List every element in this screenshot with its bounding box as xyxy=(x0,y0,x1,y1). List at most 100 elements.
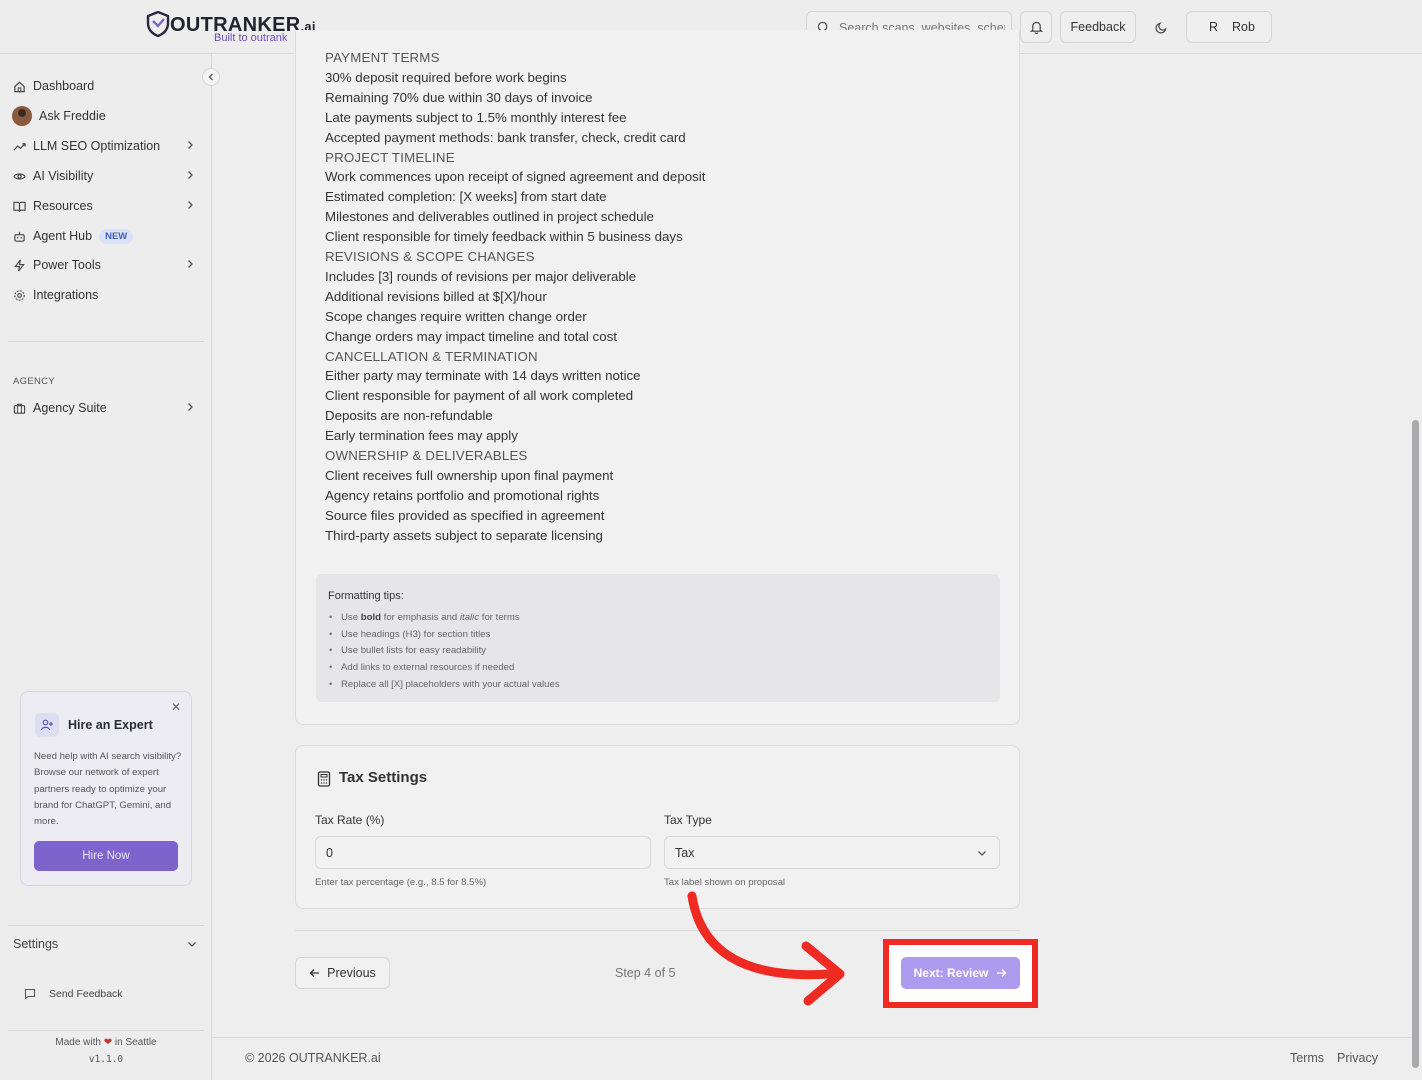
sidebar-item-llm-seo[interactable]: LLM SEO Optimization xyxy=(12,134,200,158)
home-icon xyxy=(12,79,26,93)
tip-item: Add links to external resources if neede… xyxy=(329,662,514,673)
gear-icon xyxy=(12,288,26,302)
tip-item: Use bullet lists for easy readability xyxy=(329,645,486,656)
sidebar-divider xyxy=(8,925,204,926)
terms-line: Milestones and deliverables outlined in … xyxy=(325,209,654,225)
trending-up-icon xyxy=(12,139,26,153)
sidebar-item-resources[interactable]: Resources xyxy=(12,194,200,218)
tip-item: Use bold for emphasis and italic for ter… xyxy=(329,612,520,623)
terms-line: Either party may terminate with 14 days … xyxy=(325,368,641,384)
sidebar-item-label: Integrations xyxy=(33,288,99,302)
settings-label: Settings xyxy=(13,937,59,951)
send-feedback-button[interactable]: Send Feedback xyxy=(24,988,123,1000)
made-with-text: Made with ❤ in Seattle xyxy=(55,1037,157,1048)
terms-line: Early termination fees may apply xyxy=(325,428,518,444)
terms-line: Deposits are non-refundable xyxy=(325,408,493,424)
sidebar-item-label: AI Visibility xyxy=(33,169,94,183)
expert-card-title: Hire an Expert xyxy=(68,718,153,732)
close-icon[interactable]: ✕ xyxy=(171,700,181,714)
sidebar-item-label: Power Tools xyxy=(33,258,101,272)
privacy-link[interactable]: Privacy xyxy=(1337,1051,1378,1065)
terms-section-heading: REVISIONS & SCOPE CHANGES xyxy=(325,249,535,264)
send-feedback-label: Send Feedback xyxy=(49,988,123,1000)
logo[interactable]: OUTRANKER.ai Built to outrank xyxy=(146,10,316,46)
sidebar-item-agency-suite[interactable]: Agency Suite xyxy=(12,396,200,420)
chevron-right-icon xyxy=(188,260,193,268)
tax-rate-input[interactable]: 0 xyxy=(315,836,651,869)
scrollbar[interactable] xyxy=(1412,420,1419,1068)
expert-card-description: Need help with AI search visibility? Bro… xyxy=(34,751,182,828)
briefcase-icon xyxy=(12,401,26,415)
tax-type-value: Tax xyxy=(675,845,695,860)
sidebar-item-power-tools[interactable]: Power Tools xyxy=(12,253,200,277)
tax-type-label: Tax Type xyxy=(664,813,712,827)
copyright: © 2026 OUTRANKER.ai xyxy=(245,1051,381,1065)
terms-line: Accepted payment methods: bank transfer,… xyxy=(325,129,686,145)
terms-line: Client responsible for timely feedback w… xyxy=(325,229,683,245)
moon-icon xyxy=(1154,21,1167,34)
sidebar-divider xyxy=(8,341,204,342)
terms-line: Client responsible for payment of all wo… xyxy=(325,388,634,404)
terms-line: Third-party assets subject to separate l… xyxy=(325,527,603,543)
sidebar-item-agent-hub[interactable]: Agent Hub NEW xyxy=(12,224,200,248)
terms-line: Source files provided as specified in ag… xyxy=(325,507,605,523)
terms-line: Late payments subject to 1.5% monthly in… xyxy=(325,109,627,125)
sidebar-item-integrations[interactable]: Integrations xyxy=(12,283,200,307)
sidebar-item-label: Agent Hub xyxy=(33,229,93,243)
settings-toggle[interactable]: Settings xyxy=(13,937,199,951)
version-label: v1.1.0 xyxy=(88,1054,124,1065)
terms-line: Scope changes require written change ord… xyxy=(325,308,587,324)
logo-shield-icon xyxy=(146,11,170,37)
step-indicator: Step 4 of 5 xyxy=(615,966,676,980)
avatar xyxy=(12,106,32,126)
terms-section-heading: OWNERSHIP & DELIVERABLES xyxy=(325,448,528,463)
next-review-button[interactable]: Next: Review xyxy=(901,957,1020,989)
user-menu-button[interactable]: R Rob xyxy=(1186,11,1272,43)
footer-divider xyxy=(212,1037,1412,1038)
nav-divider xyxy=(295,930,1020,931)
sidebar-item-ask-freddie[interactable]: Ask Freddie xyxy=(12,104,200,128)
collapse-sidebar-button[interactable] xyxy=(202,68,220,86)
user-avatar-initial: R xyxy=(1209,20,1219,34)
tax-settings-title: Tax Settings xyxy=(339,769,428,786)
sidebar-item-label: LLM SEO Optimization xyxy=(33,139,161,153)
tax-rate-hint: Enter tax percentage (e.g., 8.5 for 8.5%… xyxy=(315,877,487,888)
previous-label: Previous xyxy=(327,966,376,980)
zap-icon xyxy=(12,258,26,272)
terms-line: Agency retains portfolio and promotional… xyxy=(325,487,600,503)
chevron-down-icon xyxy=(188,942,196,947)
theme-toggle-button[interactable] xyxy=(1146,11,1176,43)
next-label: Next: Review xyxy=(913,966,989,980)
chevron-right-icon xyxy=(188,141,193,149)
bot-icon xyxy=(12,229,26,243)
chevron-right-icon xyxy=(188,201,193,209)
hire-now-button[interactable]: Hire Now xyxy=(34,841,178,871)
feedback-button[interactable]: Feedback xyxy=(1060,11,1136,43)
terms-link[interactable]: Terms xyxy=(1290,1051,1324,1065)
sidebar-item-label: Agency Suite xyxy=(33,401,107,415)
user-name: Rob xyxy=(1232,20,1255,34)
sidebar-item-label: Resources xyxy=(33,199,93,213)
terms-line: Remaining 70% due within 30 days of invo… xyxy=(325,89,593,105)
tip-item: Replace all [X] placeholders with your a… xyxy=(329,679,560,690)
sidebar-item-ai-visibility[interactable]: AI Visibility xyxy=(12,164,200,188)
notifications-button[interactable] xyxy=(1020,11,1052,43)
user-plus-icon xyxy=(35,713,59,737)
terms-line: Client receives full ownership upon fina… xyxy=(325,467,614,483)
terms-line: Work commences upon receipt of signed ag… xyxy=(325,169,706,185)
chevron-left-icon xyxy=(208,73,213,81)
logo-tagline: Built to outrank xyxy=(214,32,288,44)
terms-section-heading: PROJECT TIMELINE xyxy=(325,149,455,165)
bell-icon xyxy=(1029,21,1043,34)
arrow-right-icon xyxy=(997,969,1007,977)
terms-section-heading: PAYMENT TERMS xyxy=(325,50,440,65)
terms-line: Additional revisions billed at $[X]/hour xyxy=(325,288,547,304)
sidebar-item-label: Dashboard xyxy=(33,79,95,93)
annotation-arrow xyxy=(687,891,845,1006)
tax-type-select[interactable]: Tax xyxy=(664,836,1000,869)
sidebar-item-dashboard[interactable]: Dashboard xyxy=(12,74,200,98)
previous-button[interactable]: Previous xyxy=(295,957,390,989)
terms-line: Change orders may impact timeline and to… xyxy=(325,328,617,344)
arrow-left-icon xyxy=(309,969,320,977)
formatting-tips: Formatting tips: Use bold for emphasis a… xyxy=(316,574,1000,702)
